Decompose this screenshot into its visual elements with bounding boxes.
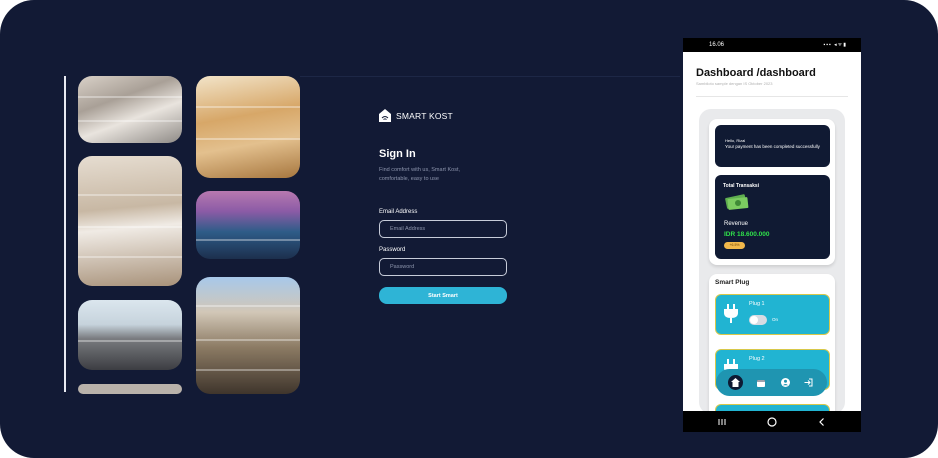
- plug-card-1[interactable]: Plug 1 On: [715, 294, 830, 335]
- android-nav-bar: [683, 411, 861, 432]
- mall-photo-5: [196, 76, 300, 178]
- plug-name: Plug 1: [749, 301, 765, 307]
- header-divider: [300, 76, 680, 77]
- revenue-label: Revenue: [724, 221, 749, 227]
- revenue-badge: +6.5%: [724, 242, 745, 249]
- dashboard-subtitle: Sambiloto sample dengan IS Oktober 2023: [696, 81, 773, 86]
- mall-photo-1: [78, 76, 182, 143]
- transaction-title: Total Transaksi: [723, 183, 760, 189]
- user-icon[interactable]: [778, 375, 793, 390]
- notification-message: Your payment has been completed successf…: [725, 144, 820, 149]
- plug-name: Plug 2: [749, 356, 765, 362]
- notification-greeting: Hello, Rizal: [725, 138, 746, 143]
- start-smart-button[interactable]: Start Smart: [379, 287, 507, 304]
- money-icon: [725, 194, 749, 210]
- home-icon[interactable]: [728, 375, 743, 390]
- password-field[interactable]: [379, 258, 507, 276]
- mall-photo-6: [196, 191, 300, 259]
- bottom-navbar: [716, 369, 827, 396]
- mall-photo-3: [78, 300, 182, 370]
- email-field[interactable]: [379, 220, 507, 238]
- plug-icon: [724, 304, 738, 323]
- brand-logo: SMART KOST: [379, 109, 453, 122]
- calendar-icon[interactable]: [753, 375, 768, 390]
- app-window: SMART KOST Sign In Find comfort with us,…: [0, 0, 938, 458]
- mall-photo-4: [78, 384, 182, 394]
- plug-state: On: [772, 317, 779, 322]
- page-title: Sign In: [379, 148, 416, 160]
- status-time: 16.06: [709, 42, 725, 48]
- brand-name: SMART KOST: [396, 110, 453, 121]
- vertical-divider: [64, 76, 66, 392]
- home-wifi-icon: [379, 109, 391, 122]
- mall-photo-2: [78, 156, 182, 286]
- android-home-icon[interactable]: [767, 417, 777, 427]
- back-icon[interactable]: [817, 417, 827, 427]
- transaction-card: Total Transaksi Revenue IDR 18.600.000 +…: [715, 175, 830, 259]
- dashboard-divider: [696, 96, 848, 97]
- dashboard-title: Dashboard /dashboard: [696, 67, 816, 79]
- phone-mockup: 16.06 ▪▪▪ ◂ᯤ▮ Dashboard /dashboard Sambi…: [683, 38, 861, 432]
- plug-toggle[interactable]: [749, 315, 767, 325]
- smart-plug-title: Smart Plug: [715, 279, 750, 286]
- recents-icon[interactable]: [717, 417, 727, 427]
- status-bar: 16.06 ▪▪▪ ◂ᯤ▮: [683, 38, 861, 52]
- password-label: Password: [379, 247, 406, 253]
- page-subtitle: Find comfort with us, Smart Kost, comfor…: [379, 167, 460, 182]
- payment-notification: Hello, Rizal Your payment has been compl…: [715, 125, 830, 167]
- logout-icon[interactable]: [801, 375, 816, 390]
- email-label: Email Address: [379, 209, 418, 215]
- revenue-value: IDR 18.600.000: [724, 231, 770, 238]
- mall-photo-7: [196, 277, 300, 394]
- status-icons: ▪▪▪ ◂ᯤ▮: [823, 42, 847, 48]
- toggle-knob: [750, 316, 758, 324]
